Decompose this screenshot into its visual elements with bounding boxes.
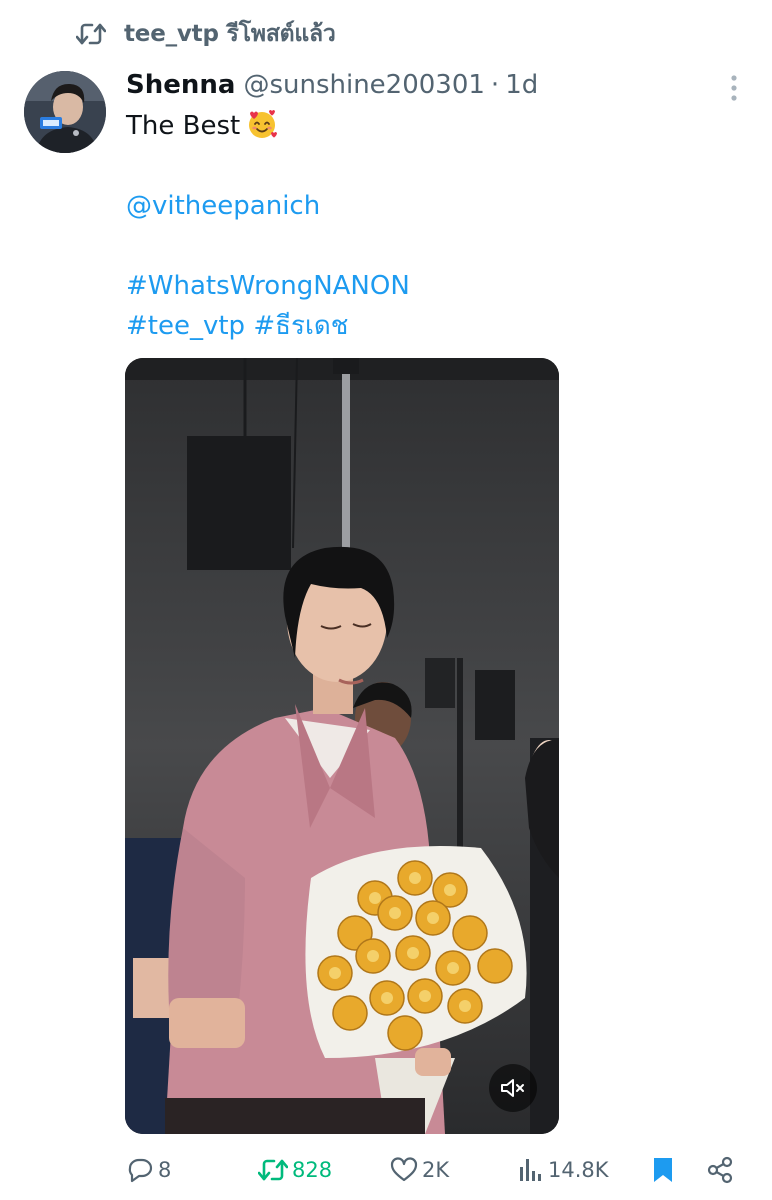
share-button[interactable] (706, 1150, 734, 1190)
speaker-muted-icon (501, 1079, 524, 1097)
repost-icon (76, 21, 106, 47)
author-handle[interactable]: @sunshine200301 (243, 70, 484, 100)
like-count: 2K (422, 1158, 450, 1182)
repost-button[interactable]: 828 (258, 1150, 332, 1190)
mention-link[interactable]: @vitheepanich (126, 191, 320, 221)
mute-button[interactable] (489, 1064, 537, 1112)
hashtag-link[interactable]: #WhatsWrongNANON (126, 271, 410, 301)
tweet-action-bar: 8 828 2K 14.8K (0, 1150, 772, 1190)
tweet-text: The Best @vitheepanich #WhatsWrongNANON … (126, 106, 726, 346)
tweet-timestamp[interactable]: 1d (505, 70, 538, 100)
repost-count: 828 (292, 1158, 333, 1182)
reply-count: 8 (158, 1158, 172, 1182)
tweet-video[interactable] (125, 358, 559, 1134)
like-button[interactable]: 2K (390, 1150, 449, 1190)
author-display-name[interactable]: Shenna (126, 70, 235, 100)
tweet-text-line: The Best (126, 111, 241, 141)
repost-banner[interactable]: tee_vtp รีโพสต์แล้ว (76, 14, 336, 54)
smiling-face-with-hearts-icon (246, 108, 278, 152)
views-icon (520, 1159, 541, 1181)
hashtag-link[interactable]: #tee_vtp #ธีรเดช (126, 311, 348, 341)
tweet-header: Shenna @sunshine200301 · 1d (126, 64, 538, 106)
bookmark-icon (654, 1158, 672, 1182)
more-vertical-icon (731, 75, 737, 101)
header-separator: · (490, 70, 500, 100)
avatar[interactable] (24, 71, 106, 153)
reply-icon (128, 1158, 153, 1183)
reply-button[interactable]: 8 (126, 1150, 171, 1190)
share-icon (707, 1156, 733, 1184)
heart-icon (390, 1157, 418, 1182)
repost-icon (258, 1159, 288, 1181)
more-options-button[interactable] (722, 70, 746, 106)
repost-label[interactable]: tee_vtp รีโพสต์แล้ว (124, 16, 336, 52)
views-count: 14.8K (548, 1158, 609, 1182)
views-button[interactable]: 14.8K (518, 1150, 609, 1190)
bookmark-button[interactable] (652, 1150, 674, 1190)
